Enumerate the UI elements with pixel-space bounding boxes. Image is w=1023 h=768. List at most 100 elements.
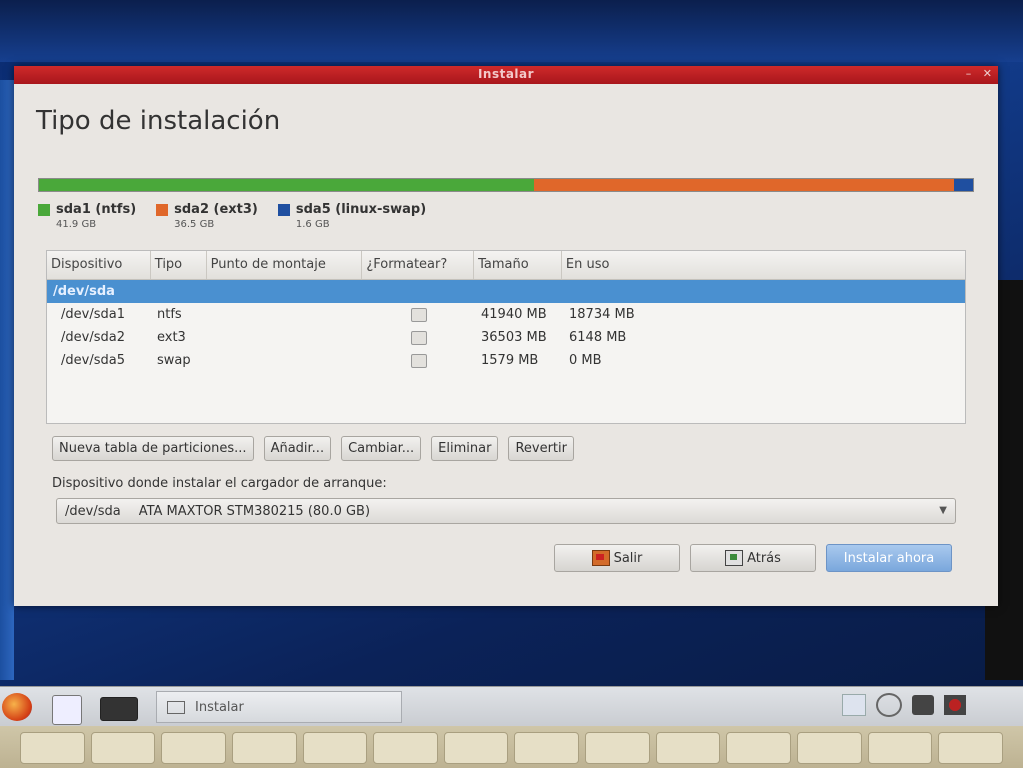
legend-size: 1.6 GB [295,219,330,230]
partition-device: /dev/sda5 [61,353,125,368]
monitor-bezel [0,0,1023,62]
delete-partition-button[interactable]: Eliminar [431,436,499,461]
column-header-used[interactable]: En uso [562,251,965,279]
table-row[interactable]: /dev/sda1 ntfs 41940 MB 18734 MB [47,303,965,326]
network-icon[interactable] [876,693,902,717]
keyboard-key [302,732,368,764]
partition-toolbar: Nueva tabla de particiones... Añadir... … [52,436,574,461]
keyboard-key [20,732,85,764]
document-icon[interactable] [52,695,82,725]
firefox-icon[interactable] [2,693,32,721]
back-label: Atrás [747,550,781,566]
bootloader-device: /dev/sda [65,503,121,519]
partition-size: 1579 MB [481,353,539,368]
format-checkbox[interactable] [411,353,427,368]
partition-type: ext3 [157,330,186,345]
column-header-format[interactable]: ¿Formatear? [362,251,475,279]
partition-table: Dispositivo Tipo Punto de montaje ¿Forma… [46,250,966,424]
bootloader-label: Dispositivo donde instalar el cargador d… [52,476,387,491]
quit-icon [591,550,610,566]
disk-device: /dev/sda [53,284,115,299]
legend-item-sda2: sda2 (ext3) 36.5 GB [156,202,258,230]
usage-segment-1 [39,179,535,191]
keyboard-key [797,732,862,764]
back-arrow-icon [725,550,744,566]
partition-usage-bar [38,178,974,192]
legend-item-sda1: sda1 (ntfs) 41.9 GB [38,202,136,230]
system-tray [842,693,966,717]
keyboard-key [726,732,792,764]
monitor-icon[interactable] [100,697,138,721]
install-now-button[interactable]: Instalar ahora [826,544,952,572]
legend-swatch [156,203,169,216]
keyboard-keys [20,732,1003,764]
minimize-icon[interactable]: – [966,67,972,80]
column-header-size[interactable]: Tamaño [474,251,562,279]
legend-size: 41.9 GB [56,219,97,230]
table-header: Dispositivo Tipo Punto de montaje ¿Forma… [47,251,965,280]
partition-used: 18734 MB [569,307,635,322]
keyboard-key [514,732,580,764]
column-header-device[interactable]: Dispositivo [47,251,151,279]
table-row[interactable]: /dev/sda2 ext3 36503 MB 6148 MB [47,326,965,349]
desktop-background-left [0,80,14,680]
window-title: Instalar [477,67,535,81]
add-partition-button[interactable]: Añadir... [263,436,332,461]
keyboard-key [938,732,1003,764]
keyboard-key [161,732,226,764]
window-titlebar[interactable]: Instalar – ✕ [14,66,998,84]
table-row[interactable]: /dev/sda5 swap 1579 MB 0 MB [47,349,965,372]
keyboard-key [373,732,438,764]
partition-device: /dev/sda2 [61,330,125,345]
legend-size: 36.5 GB [174,219,215,230]
partition-size: 41940 MB [481,307,547,322]
legend-name: sda1 (ntfs) [56,202,137,217]
partition-size: 36503 MB [481,330,547,345]
taskbar-item-installer[interactable]: Instalar [156,691,402,723]
installer-window: Instalar – ✕ Tipo de instalación sda1 (n… [14,66,998,606]
partition-used: 0 MB [569,353,602,368]
keyboard-key [867,732,933,764]
partition-used: 6148 MB [569,330,627,345]
workspace-icon[interactable] [842,694,866,716]
format-checkbox[interactable] [411,330,427,345]
change-partition-button[interactable]: Cambiar... [341,436,422,461]
page-title: Tipo de instalación [36,106,281,136]
column-header-mount[interactable]: Punto de montaje [207,251,363,279]
partition-type: swap [157,353,191,368]
dialog-actions: Salir Atrás Instalar ahora [554,544,952,572]
partition-legend: sda1 (ntfs) 41.9 GB sda2 (ext3) 36.5 GB … [38,202,426,230]
column-header-type[interactable]: Tipo [151,251,207,279]
keyboard-key [585,732,650,764]
window-controls: – ✕ [958,67,992,80]
legend-swatch [38,203,50,216]
keyboard-key [655,732,721,764]
revert-button[interactable]: Revertir [508,436,574,461]
keyboard-key [231,732,297,764]
usage-segment-2 [534,179,955,191]
keyboard-key [443,732,509,764]
window-icon [167,700,185,714]
quit-label: Salir [613,550,643,566]
table-row-disk[interactable]: /dev/sda [47,280,965,303]
legend-name: sda2 (ext3) [174,202,258,217]
taskbar-item-label: Instalar [195,699,244,715]
new-partition-table-button[interactable]: Nueva tabla de particiones... [52,436,254,461]
usage-segment-3 [954,179,973,191]
partition-type: ntfs [157,307,182,322]
bootloader-device-select[interactable]: /dev/sda ATA MAXTOR STM380215 (80.0 GB) … [56,498,956,524]
legend-item-sda5: sda5 (linux-swap) 1.6 GB [277,202,427,230]
legend-swatch [277,203,290,216]
chevron-down-icon: ▼ [939,505,947,516]
format-checkbox[interactable] [411,307,427,322]
power-icon[interactable] [944,695,966,715]
battery-icon[interactable] [912,695,934,715]
bootloader-device-description: ATA MAXTOR STM380215 (80.0 GB) [138,503,371,519]
quit-button[interactable]: Salir [554,544,680,572]
keyboard-foreground [0,726,1023,768]
partition-device: /dev/sda1 [61,307,125,322]
close-icon[interactable]: ✕ [983,67,992,80]
keyboard-key [90,732,156,764]
back-button[interactable]: Atrás [690,544,816,572]
legend-name: sda5 (linux-swap) [295,202,427,217]
